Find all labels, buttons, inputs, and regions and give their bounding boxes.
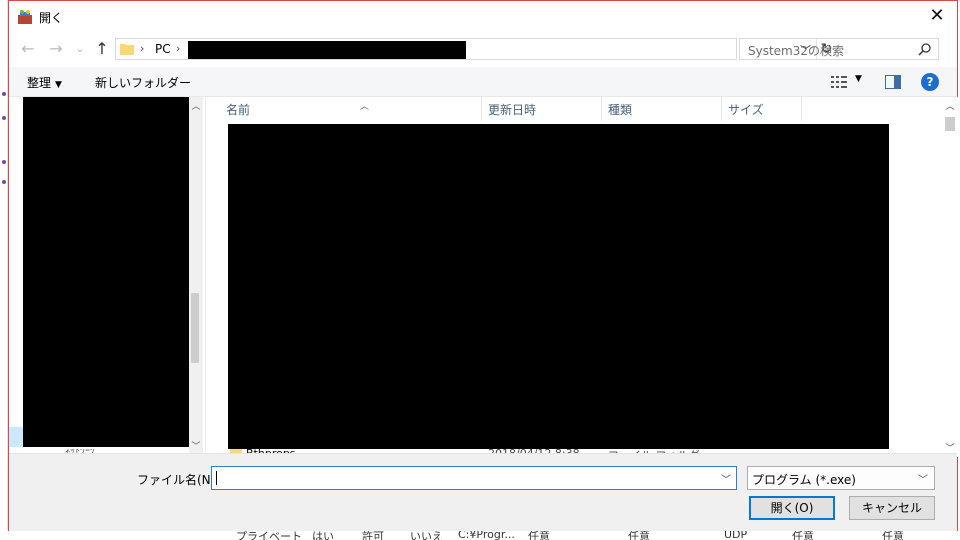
background-cell: UDP <box>724 530 748 540</box>
address-bar[interactable]: › PC › ﹀ ↻ <box>115 38 832 60</box>
background-cell: 任意 <box>882 530 904 540</box>
recent-locations-chevron-icon[interactable]: ⌄ <box>71 40 89 58</box>
organize-label: 整理 <box>27 76 52 90</box>
close-icon[interactable]: ✕ <box>927 7 947 27</box>
background-cell: はい <box>312 530 334 540</box>
dialog-title: 開く <box>39 11 64 25</box>
organize-menu-button[interactable]: 整理 ▼ <box>27 74 62 91</box>
search-input[interactable]: System32の検索 <box>739 38 939 60</box>
command-toolbar: 整理 ▼ 新しいフォルダー ▼ ? <box>9 67 957 97</box>
preview-pane-icon[interactable] <box>885 75 901 89</box>
scroll-down-icon[interactable]: ﹀ <box>189 439 203 452</box>
view-details-icon[interactable] <box>831 75 847 89</box>
up-arrow-icon[interactable]: ↑ <box>93 40 111 58</box>
search-icon[interactable] <box>918 42 932 56</box>
redacted-file-rows <box>228 124 889 449</box>
caret-down-icon: ▼ <box>55 80 62 90</box>
app-icon <box>18 10 32 24</box>
background-status-dot <box>2 160 6 164</box>
file-list-scrollbar[interactable]: ︿ ﹀ <box>942 97 958 457</box>
column-header-name-label: 名前 <box>226 103 251 117</box>
text-caret <box>216 471 217 485</box>
background-status-dot <box>2 180 6 184</box>
file-type-value: プログラム (*.exe) <box>752 473 856 487</box>
open-button[interactable]: 開く(O) <box>749 496 835 520</box>
open-file-dialog: 開く ✕ ← → ⌄ ↑ › PC › ﹀ ↻ System32の検索 整理 ▼… <box>8 0 958 531</box>
scroll-up-icon[interactable]: ︿ <box>943 99 957 112</box>
file-type-select[interactable]: プログラム (*.exe) ﹀ <box>747 466 935 490</box>
filename-label: ファイル名(N): <box>137 473 220 487</box>
breadcrumb-separator: › <box>140 42 145 55</box>
filename-input[interactable]: ﹀ <box>211 466 737 490</box>
column-header-name[interactable]: ︿ 名前 <box>220 97 482 121</box>
back-arrow-icon[interactable]: ← <box>19 40 37 58</box>
sort-ascending-icon: ︿ <box>360 102 370 112</box>
title-bar: 開く ✕ <box>9 1 957 33</box>
background-cell: 任意 <box>792 530 814 540</box>
dialog-footer: ファイル名(N): ﹀ プログラム (*.exe) ﹀ 開く(O) キャンセル <box>9 453 957 531</box>
file-list[interactable]: ︿ 名前 更新日時 種類 サイズ Bthprops 2018/04/12 8:3… <box>205 97 958 462</box>
cancel-button[interactable]: キャンセル <box>849 496 935 520</box>
chevron-down-icon: ﹀ <box>918 475 928 486</box>
background-cell: 任意 <box>528 530 550 540</box>
background-cell: いいえ <box>410 530 443 540</box>
background-cell: 任意 <box>628 530 650 540</box>
navigation-pane-selection <box>9 427 23 447</box>
search-placeholder: System32の検索 <box>748 44 845 58</box>
scroll-up-icon[interactable]: ︿ <box>189 99 203 112</box>
background-window-edge <box>0 0 8 540</box>
help-icon[interactable]: ? <box>921 73 939 91</box>
filename-history-chevron-icon[interactable]: ﹀ <box>721 471 731 486</box>
column-header-type[interactable]: 種類 <box>602 97 722 121</box>
folder-icon <box>120 44 134 55</box>
breadcrumb-separator: › <box>176 42 181 55</box>
forward-arrow-icon[interactable]: → <box>47 40 65 58</box>
redacted-navigation-tree <box>23 97 195 447</box>
redacted-path <box>188 41 466 59</box>
file-list-scroll-thumb[interactable] <box>945 117 955 131</box>
background-cell: 許可 <box>362 530 384 540</box>
background-status-dot <box>2 92 6 96</box>
navigation-pane-scrollbar[interactable]: ︿ ﹀ <box>189 97 203 453</box>
background-cell: プライベート <box>236 530 302 540</box>
column-header-modified[interactable]: 更新日時 <box>482 97 602 121</box>
column-header-size[interactable]: サイズ <box>722 97 802 121</box>
background-table-row: プライベート はい 許可 いいえ C:¥Progr... 任意 任意 UDP 任… <box>0 530 960 540</box>
breadcrumb-pc[interactable]: PC <box>155 42 171 56</box>
navigation-pane-scroll-thumb[interactable] <box>191 293 199 363</box>
background-status-dot <box>2 116 6 120</box>
navigation-pane[interactable]: ︿ ﹀ ﾈｯﾄﾜｰｸ <box>9 97 203 455</box>
navigation-bar: ← → ⌄ ↑ › PC › ﹀ ↻ System32の検索 <box>9 37 957 63</box>
view-options-caret-icon[interactable]: ▼ <box>855 74 862 84</box>
background-cell: C:¥Progr... <box>458 530 515 540</box>
new-folder-button[interactable]: 新しいフォルダー <box>95 74 191 91</box>
